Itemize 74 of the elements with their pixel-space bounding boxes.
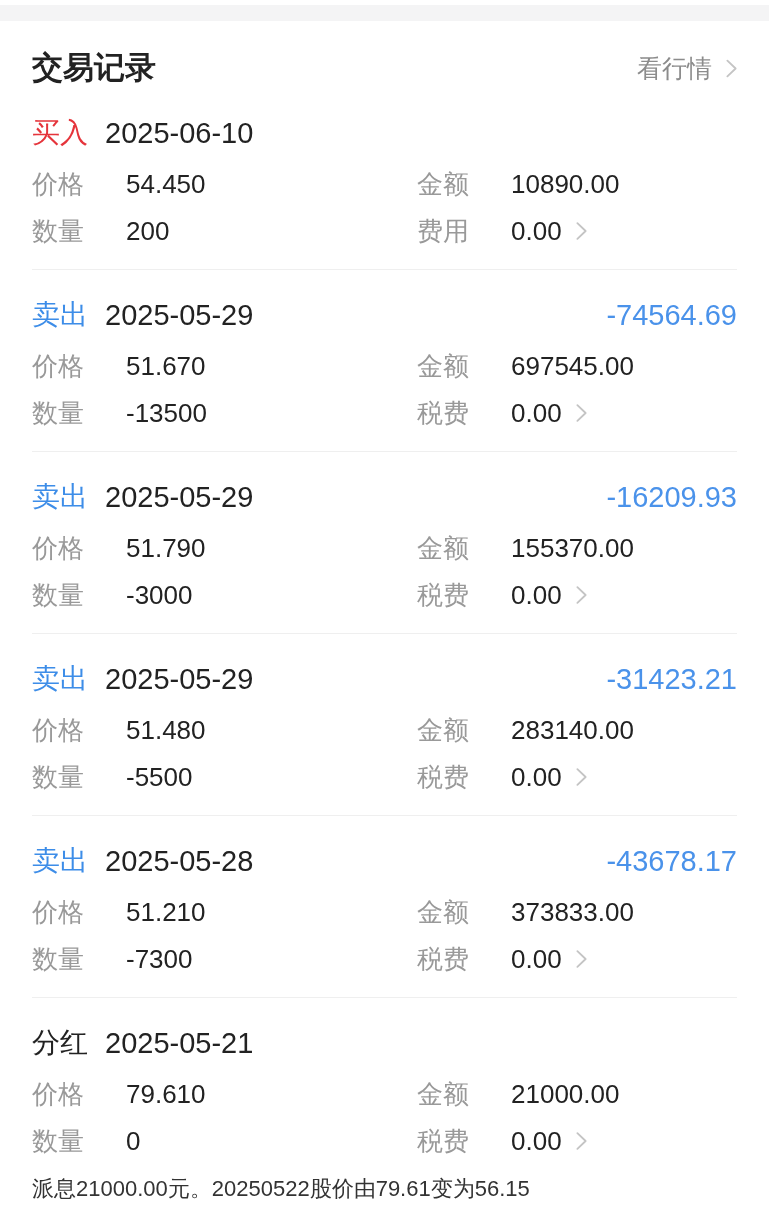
trade-date: 2025-05-29 [105, 480, 254, 515]
chevron-right-icon [726, 58, 737, 78]
market-link[interactable]: 看行情 [637, 48, 737, 88]
trade-date: 2025-06-10 [105, 116, 254, 151]
field-label: 数量 [32, 943, 85, 976]
field-label: 费用 [417, 215, 470, 248]
trade-type: 卖出 [32, 480, 88, 514]
field-label: 数量 [32, 579, 85, 612]
field-value: 155370.00 [511, 532, 634, 565]
field-label: 价格 [32, 714, 85, 747]
field-label: 价格 [32, 168, 85, 201]
trade-date: 2025-05-28 [105, 844, 254, 879]
field-label: 数量 [32, 397, 85, 430]
chevron-right-icon [575, 221, 587, 241]
field-value: 0.00 [511, 761, 562, 794]
chevron-right-icon [575, 767, 587, 787]
field-value: 0 [126, 1125, 141, 1158]
field-label: 金额 [417, 532, 470, 565]
chevron-right-icon [575, 403, 587, 423]
profit-amount: -31423.21 [606, 662, 737, 697]
field-value: 51.480 [126, 714, 206, 747]
trade-type: 分红 [32, 1026, 88, 1060]
trade-type: 卖出 [32, 298, 88, 332]
page-title: 交易记录 [32, 49, 156, 87]
field-value: 0.00 [511, 397, 562, 430]
field-label: 数量 [32, 761, 85, 794]
field-label: 金额 [417, 896, 470, 929]
trade-date: 2025-05-21 [105, 1026, 254, 1061]
field-label: 价格 [32, 532, 85, 565]
field-value: 51.210 [126, 896, 206, 929]
field-value: 0.00 [511, 1125, 562, 1158]
field-value: 373833.00 [511, 896, 634, 929]
field-label: 价格 [32, 1078, 85, 1111]
field-label: 金额 [417, 168, 470, 201]
field-label: 税费 [417, 1125, 470, 1158]
chevron-right-icon [575, 949, 587, 969]
field-value: 79.610 [126, 1078, 206, 1111]
field-value: 10890.00 [511, 168, 620, 201]
profit-amount: -43678.17 [606, 844, 737, 879]
field-label: 金额 [417, 1078, 470, 1111]
chevron-right-icon [575, 1131, 587, 1151]
field-value: 0.00 [511, 215, 562, 248]
field-label: 税费 [417, 579, 470, 612]
chevron-right-icon [575, 585, 587, 605]
field-label: 税费 [417, 943, 470, 976]
field-value: 283140.00 [511, 714, 634, 747]
field-value: -3000 [126, 579, 193, 612]
trade-type: 卖出 [32, 662, 88, 696]
trade-type: 卖出 [32, 844, 88, 878]
field-value: -5500 [126, 761, 193, 794]
field-label: 价格 [32, 896, 85, 929]
trade-type: 买入 [32, 116, 88, 150]
field-value: 0.00 [511, 579, 562, 612]
trade-date: 2025-05-29 [105, 298, 254, 333]
field-label: 税费 [417, 397, 470, 430]
field-value: 51.790 [126, 532, 206, 565]
field-value: 0.00 [511, 943, 562, 976]
field-label: 数量 [32, 1125, 85, 1158]
field-value: 697545.00 [511, 350, 634, 383]
field-label: 金额 [417, 714, 470, 747]
field-label: 税费 [417, 761, 470, 794]
field-value: 54.450 [126, 168, 206, 201]
field-value: 51.670 [126, 350, 206, 383]
trade-date: 2025-05-29 [105, 662, 254, 697]
field-value: 21000.00 [511, 1078, 620, 1111]
note-text: 派息21000.00元。20250522股价由79.61变为56.15 [32, 1175, 530, 1203]
field-value: 200 [126, 215, 170, 248]
profit-amount: -16209.93 [606, 480, 737, 515]
field-label: 价格 [32, 350, 85, 383]
field-label: 金额 [417, 350, 470, 383]
field-value: -13500 [126, 397, 207, 430]
profit-amount: -74564.69 [606, 298, 737, 333]
field-label: 数量 [32, 215, 85, 248]
field-value: -7300 [126, 943, 193, 976]
